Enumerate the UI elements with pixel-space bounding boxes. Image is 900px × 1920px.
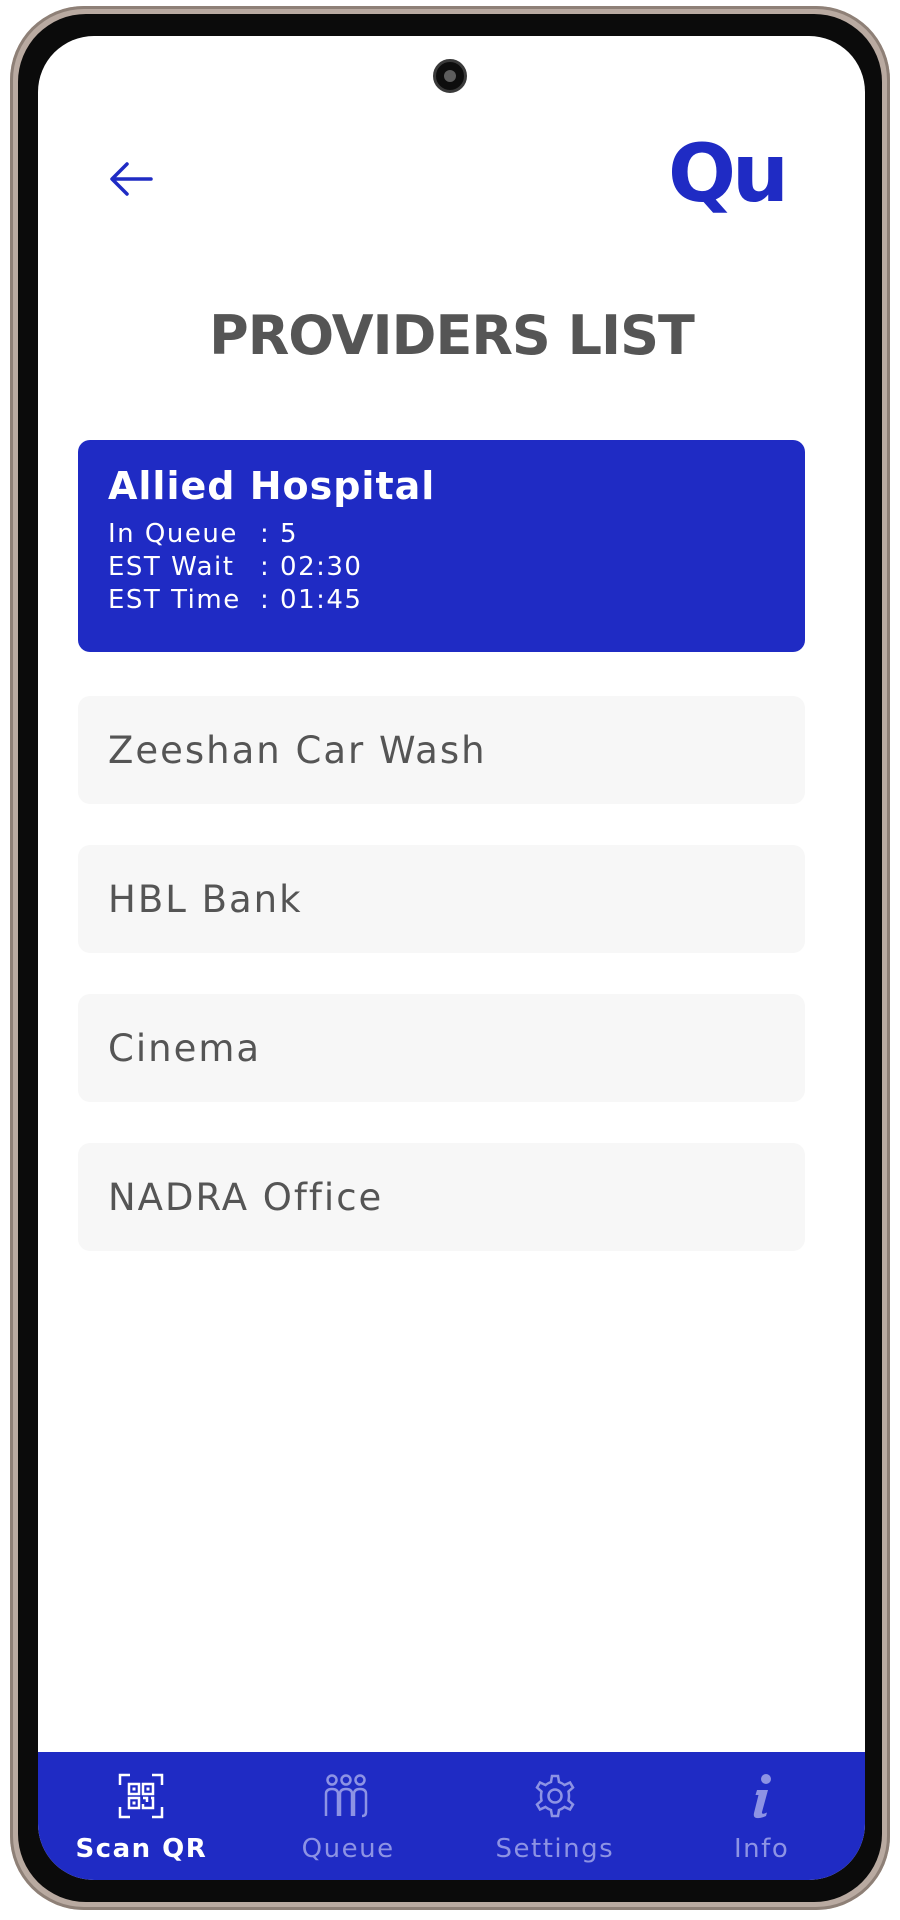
back-button[interactable] <box>98 146 164 212</box>
nav-label: Info <box>734 1834 790 1864</box>
est-wait-row: EST Wait : 02:30 <box>108 551 775 584</box>
provider-name: NADRA Office <box>108 1175 384 1219</box>
in-queue-value: : 5 <box>260 519 299 549</box>
queue-people-icon <box>322 1770 374 1822</box>
nav-label: Queue <box>301 1834 395 1864</box>
provider-list: Allied Hospital In Queue : 5 EST Wait : … <box>78 440 805 1292</box>
nav-item-settings[interactable]: Settings <box>452 1752 659 1880</box>
nav-item-info[interactable]: Info <box>658 1752 865 1880</box>
provider-name: Cinema <box>108 1026 262 1070</box>
app-logo: Qu <box>668 127 789 220</box>
nav-item-scan-qr[interactable]: Scan QR <box>38 1752 245 1880</box>
info-icon <box>736 1770 788 1822</box>
provider-card[interactable]: NADRA Office <box>78 1143 805 1251</box>
est-time-label: EST Time <box>108 585 241 615</box>
app-screen: Qu PROVIDERS LIST Allied Hospital In Que… <box>38 36 865 1880</box>
provider-name: Zeeshan Car Wash <box>108 728 487 772</box>
page-title: PROVIDERS LIST <box>209 304 695 367</box>
in-queue-label: In Queue <box>108 519 238 549</box>
bottom-nav: Scan QR Queue Settings Info <box>38 1752 865 1880</box>
est-wait-value: : 02:30 <box>260 552 363 582</box>
nav-label: Scan QR <box>75 1834 208 1864</box>
provider-name: Allied Hospital <box>108 464 436 508</box>
provider-card[interactable]: HBL Bank <box>78 845 805 953</box>
nav-item-queue[interactable]: Queue <box>245 1752 452 1880</box>
front-camera <box>433 59 467 93</box>
est-wait-label: EST Wait <box>108 552 235 582</box>
provider-card[interactable]: Cinema <box>78 994 805 1102</box>
qr-code-icon <box>115 1770 167 1822</box>
est-time-value: : 01:45 <box>260 585 363 615</box>
in-queue-row: In Queue : 5 <box>108 518 775 551</box>
est-time-row: EST Time : 01:45 <box>108 584 775 617</box>
nav-label: Settings <box>495 1834 615 1864</box>
provider-card[interactable]: Zeeshan Car Wash <box>78 696 805 804</box>
gear-icon <box>529 1770 581 1822</box>
provider-card-selected[interactable]: Allied Hospital In Queue : 5 EST Wait : … <box>78 440 805 652</box>
arrow-left-icon <box>110 162 153 196</box>
provider-name: HBL Bank <box>108 877 303 921</box>
